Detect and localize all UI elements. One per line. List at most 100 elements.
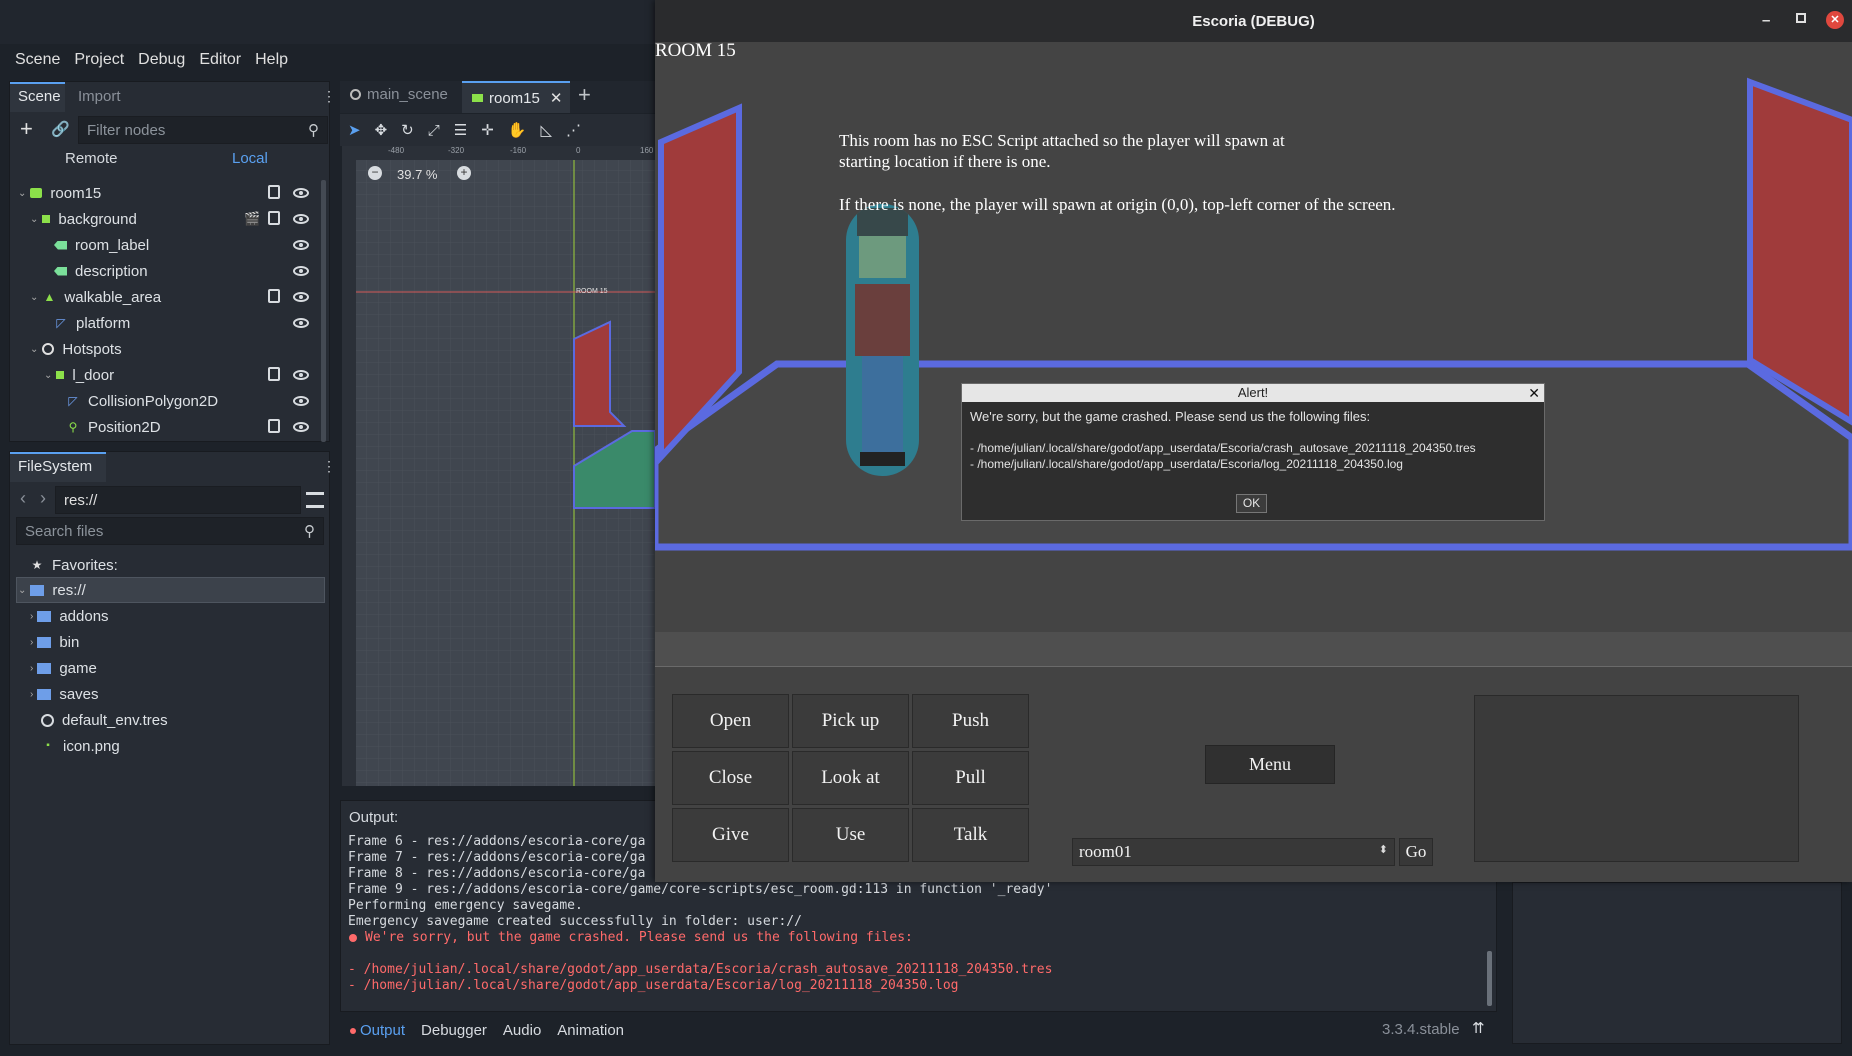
list-tool-icon[interactable]: ☰ — [454, 121, 467, 139]
dock-options-icon[interactable]: ⋮ — [322, 458, 336, 475]
visibility-eye-icon[interactable] — [293, 370, 309, 380]
tree-item-description[interactable]: description — [54, 258, 148, 284]
script-icon[interactable] — [268, 419, 280, 433]
path-field[interactable]: res:// — [55, 486, 301, 514]
back-arrow-icon[interactable]: ‹ — [20, 488, 26, 509]
tree-item-platform[interactable]: ◸ platform — [54, 310, 130, 336]
verb-close-button[interactable]: Close — [672, 751, 789, 805]
collapse-panel-icon[interactable]: ⇈ — [1472, 1019, 1485, 1037]
tree-item-room-label[interactable]: room_label — [54, 232, 149, 258]
tab-scene[interactable]: Scene — [18, 88, 61, 105]
audio-tab[interactable]: Audio — [503, 1022, 541, 1039]
zoom-level[interactable]: 39.7 % — [397, 167, 437, 182]
room-select-dropdown[interactable]: room01 ⬍ — [1072, 838, 1395, 866]
maximize-icon[interactable] — [1796, 13, 1806, 23]
script-icon[interactable] — [268, 289, 280, 303]
menu-button[interactable]: Menu — [1205, 745, 1335, 784]
pivot-tool-icon[interactable]: ✛ — [481, 121, 494, 139]
error-dot-icon — [350, 1027, 356, 1034]
rotate-tool-icon[interactable]: ↻ — [401, 121, 414, 139]
select-tool-icon[interactable]: ➤ — [348, 121, 361, 139]
add-node-icon[interactable]: + — [20, 116, 33, 142]
scene-scrollbar[interactable] — [321, 180, 326, 442]
tree-item-room15[interactable]: ⌄ room15 — [18, 180, 101, 206]
minimize-icon[interactable]: – — [1762, 12, 1770, 29]
label-icon — [54, 266, 67, 276]
remote-button[interactable]: Remote — [65, 150, 118, 167]
ruler-tool-icon[interactable]: ◺ — [540, 121, 552, 139]
menu-scene[interactable]: Scene — [8, 51, 67, 69]
pan-tool-icon[interactable]: ✋ — [508, 121, 527, 139]
menu-help[interactable]: Help — [248, 51, 295, 69]
dock-options-icon[interactable]: ⋮ — [322, 88, 336, 105]
output-line: Emergency savegame created successfully … — [348, 914, 802, 929]
alert-ok-button[interactable]: OK — [1236, 494, 1267, 513]
folder-game[interactable]: › game — [30, 655, 97, 681]
canvas-viewport[interactable]: -480 -320 -160 0 160 − 39.7 % + ROOM 15 — [342, 146, 655, 786]
folder-addons[interactable]: › addons — [30, 603, 109, 629]
player-character[interactable] — [846, 204, 919, 476]
verb-talk-button[interactable]: Talk — [912, 808, 1029, 862]
output-scrollbar[interactable] — [1487, 951, 1492, 1006]
tree-item-l-door[interactable]: ⌄ l_door — [44, 362, 114, 388]
add-tab-icon[interactable]: + — [578, 82, 591, 108]
folder-saves[interactable]: › saves — [30, 681, 99, 707]
visibility-eye-icon[interactable] — [293, 292, 309, 302]
local-button[interactable]: Local — [232, 150, 268, 167]
folder-res[interactable]: ⌄ res:// — [18, 577, 86, 603]
file-icon-png[interactable]: ▪ icon.png — [41, 733, 120, 759]
favorites-item[interactable]: ★ Favorites: — [30, 552, 118, 578]
animation-tab[interactable]: Animation — [557, 1022, 624, 1039]
verb-pull-button[interactable]: Pull — [912, 751, 1029, 805]
move-tool-icon[interactable]: ✥ — [375, 121, 388, 139]
room-description-line2: starting location if there is one. — [839, 152, 1051, 171]
tab-room15[interactable]: room15 ✕ — [462, 81, 570, 113]
close-window-icon[interactable]: ✕ — [1826, 11, 1844, 29]
filter-nodes-input[interactable]: Filter nodes ⚲ — [78, 116, 328, 144]
tree-item-background[interactable]: ⌄ background — [30, 206, 137, 232]
snap-tool-icon[interactable]: ⋰ — [566, 121, 581, 139]
search-files-input[interactable]: Search files ⚲ — [16, 517, 324, 545]
folder-bin[interactable]: › bin — [30, 629, 79, 655]
menu-project[interactable]: Project — [67, 51, 131, 69]
script-icon[interactable] — [268, 211, 280, 225]
close-tab-icon[interactable]: ✕ — [550, 89, 563, 107]
menu-editor[interactable]: Editor — [192, 51, 248, 69]
tree-item-walkable-area[interactable]: ⌄ ▲ walkable_area — [30, 284, 161, 310]
visibility-eye-icon[interactable] — [293, 240, 309, 250]
script-icon[interactable] — [268, 367, 280, 381]
split-view-icon[interactable] — [306, 492, 324, 508]
scale-tool-icon[interactable]: ⤢ — [428, 122, 440, 139]
close-alert-icon[interactable]: ✕ — [1528, 384, 1540, 402]
visibility-eye-icon[interactable] — [293, 318, 309, 328]
visibility-eye-icon[interactable] — [293, 422, 309, 432]
area-icon — [56, 371, 65, 379]
go-button[interactable]: Go — [1399, 838, 1433, 866]
tree-item-collisionpolygon2d[interactable]: ◸ CollisionPolygon2D — [66, 388, 218, 414]
file-default-env[interactable]: default_env.tres — [41, 707, 168, 733]
script-icon[interactable] — [268, 185, 280, 199]
tree-item-position2d[interactable]: ⚲ Position2D — [66, 414, 161, 440]
verb-look-at-button[interactable]: Look at — [792, 751, 909, 805]
visibility-eye-icon[interactable] — [293, 266, 309, 276]
menu-debug[interactable]: Debug — [131, 51, 192, 69]
verb-give-button[interactable]: Give — [672, 808, 789, 862]
output-tab[interactable]: Output — [350, 1022, 405, 1039]
verb-pick-up-button[interactable]: Pick up — [792, 694, 909, 748]
debugger-tab[interactable]: Debugger — [421, 1022, 487, 1039]
visibility-eye-icon[interactable] — [293, 214, 309, 224]
link-icon[interactable]: 🔗 — [51, 120, 70, 138]
tab-import[interactable]: Import — [78, 88, 121, 105]
forward-arrow-icon[interactable]: › — [40, 488, 46, 509]
tree-item-hotspots[interactable]: ⌄ Hotspots — [30, 336, 122, 362]
zoom-out-icon[interactable]: − — [368, 166, 382, 180]
verb-use-button[interactable]: Use — [792, 808, 909, 862]
verb-open-button[interactable]: Open — [672, 694, 789, 748]
verb-push-button[interactable]: Push — [912, 694, 1029, 748]
visibility-eye-icon[interactable] — [293, 188, 309, 198]
tab-main-scene[interactable]: main_scene — [350, 86, 448, 103]
zoom-in-icon[interactable]: + — [457, 166, 471, 180]
clapper-icon[interactable]: 🎬 — [244, 211, 260, 227]
error-dot-icon — [349, 934, 357, 942]
visibility-eye-icon[interactable] — [293, 396, 309, 406]
